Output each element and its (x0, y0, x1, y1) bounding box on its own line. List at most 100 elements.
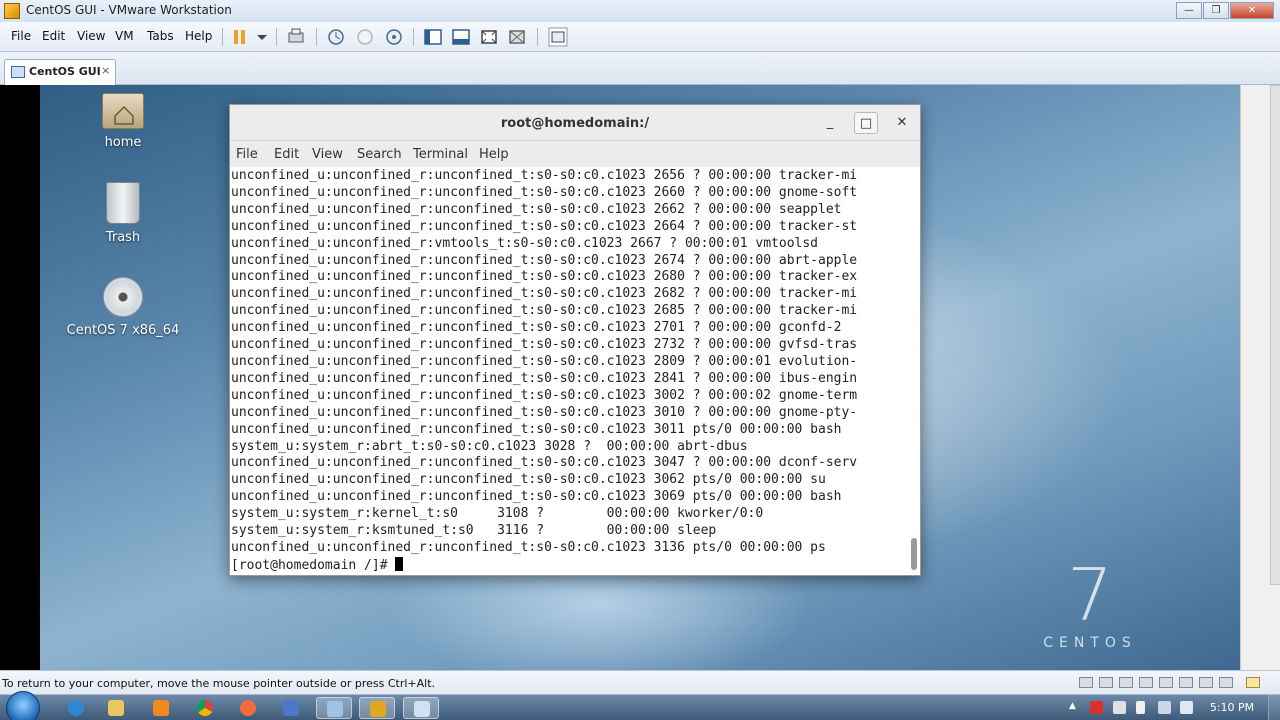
terminal-line: unconfined_u:unconfined_r:unconfined_t:s… (231, 252, 858, 268)
terminal-line: system_u:system_r:abrt_t:s0-s0:c0.c1023 … (231, 438, 748, 454)
tray-battery-icon[interactable] (1136, 701, 1145, 714)
terminal-line: unconfined_u:unconfined_r:unconfined_t:s… (231, 455, 858, 471)
terminal-window[interactable]: root@homedomain:/ _ □ ✕ File Edit View S… (229, 104, 921, 576)
taskbar-app-orange[interactable] (230, 697, 266, 719)
terminal-menu-file[interactable]: File (236, 147, 258, 162)
disc-icon (103, 277, 143, 317)
terminal-headerbar[interactable]: root@homedomain:/ _ □ ✕ (230, 105, 920, 141)
terminal-line: unconfined_u:unconfined_r:unconfined_t:s… (231, 489, 842, 505)
tab-close-icon[interactable]: × (101, 64, 110, 77)
vm-icon (11, 66, 25, 78)
taskbar-chrome[interactable] (187, 697, 223, 719)
terminal-line: unconfined_u:unconfined_r:unconfined_t:s… (231, 303, 858, 319)
taskbar-media-player[interactable] (143, 697, 179, 719)
terminal-prompt-line[interactable]: [root@homedomain /]# (231, 556, 907, 574)
console-view-icon[interactable] (548, 27, 568, 47)
window-minimize-button[interactable]: — (1176, 2, 1202, 19)
desktop-icon-centos-disc[interactable]: CentOS 7 x86_64 (63, 277, 183, 338)
printer-icon[interactable] (1159, 677, 1173, 688)
hard-disk-icon[interactable] (1079, 677, 1093, 688)
menu-view[interactable]: View (77, 29, 105, 43)
tab-centos-gui[interactable]: CentOS GUI × (4, 59, 116, 85)
terminal-menu-terminal[interactable]: Terminal (413, 147, 468, 162)
terminal-output[interactable]: unconfined_u:unconfined_r:unconfined_t:s… (231, 168, 907, 574)
chevron-down-icon[interactable] (252, 27, 272, 47)
display-icon[interactable] (1199, 677, 1213, 688)
terminal-menu-help[interactable]: Help (479, 147, 509, 162)
cd-dvd-icon[interactable] (1099, 677, 1113, 688)
vmware-app-icon (4, 3, 20, 19)
vmware-vertical-scrollbar[interactable] (1240, 85, 1280, 670)
centos-logo: 7 CENTOS (1030, 555, 1150, 651)
terminal-cursor (395, 556, 404, 571)
menu-vm[interactable]: VM (115, 29, 134, 43)
full-screen-icon[interactable] (479, 27, 499, 47)
start-button[interactable] (6, 691, 40, 720)
centos-desktop[interactable]: home Trash CentOS 7 x86_64 7 CENTOS root… (40, 85, 1240, 670)
taskbar-explorer[interactable] (98, 697, 134, 719)
tray-app-icon[interactable] (1113, 701, 1126, 714)
menu-edit[interactable]: Edit (42, 29, 65, 43)
chrome-icon (197, 700, 213, 716)
desktop-icon-home[interactable]: home (63, 93, 183, 150)
thumbnail-bar-icon[interactable] (451, 27, 471, 47)
internet-explorer-icon (68, 700, 84, 716)
guest-display[interactable]: home Trash CentOS 7 x86_64 7 CENTOS root… (0, 85, 1280, 670)
terminal-menu-edit[interactable]: Edit (274, 147, 299, 162)
terminal-scrollbar[interactable] (910, 168, 918, 574)
terminal-line: system_u:system_r:ksmtuned_t:s0 3116 ? 0… (231, 523, 717, 539)
menu-help[interactable]: Help (185, 29, 212, 43)
terminal-maximize-button[interactable]: □ (854, 112, 878, 134)
vmware-workstation-icon (327, 701, 343, 717)
tray-expand-icon[interactable]: ▲ (1069, 701, 1082, 714)
vmware-scrollbar-thumb[interactable] (1270, 85, 1280, 585)
terminal-menu-search[interactable]: Search (357, 147, 402, 162)
taskbar-vmware-player[interactable] (359, 697, 395, 719)
desktop-icon-trash[interactable]: Trash (63, 182, 183, 245)
terminal-line: unconfined_u:unconfined_r:unconfined_t:s… (231, 320, 842, 336)
network-adapter-icon[interactable] (1119, 677, 1133, 688)
unity-icon[interactable] (507, 27, 527, 47)
send-ctrl-alt-del-icon[interactable] (286, 27, 306, 47)
snapshot-manager-icon[interactable] (384, 27, 404, 47)
window-title: CentOS GUI - VMware Workstation (26, 3, 232, 17)
vmware-titlebar: CentOS GUI - VMware Workstation — ❐ ✕ (0, 0, 1280, 22)
terminal-close-button[interactable]: ✕ (890, 112, 914, 134)
menu-file[interactable]: File (11, 29, 31, 43)
window-close-button[interactable]: ✕ (1230, 2, 1274, 19)
vmware-menubar: File Edit View VM Tabs Help (0, 22, 1280, 52)
taskbar-notepad[interactable] (403, 697, 439, 719)
terminal-line: unconfined_u:unconfined_r:unconfined_t:s… (231, 404, 858, 420)
snapshot-icon[interactable] (326, 27, 346, 47)
message-log-icon[interactable] (1246, 677, 1260, 688)
menu-tabs[interactable]: Tabs (147, 29, 174, 43)
terminal-line: unconfined_u:unconfined_r:unconfined_t:s… (231, 353, 858, 369)
terminal-menu-view[interactable]: View (312, 147, 343, 162)
window-maximize-button[interactable]: ❐ (1203, 2, 1229, 19)
terminal-minimize-button[interactable]: _ (818, 112, 842, 134)
windows-taskbar: ▲ 5:10 PM (0, 691, 1280, 720)
terminal-scrollbar-thumb[interactable] (911, 538, 917, 570)
vmware-statusbar: To return to your computer, move the mou… (0, 670, 1280, 694)
taskbar-ie[interactable] (58, 697, 94, 719)
tray-network-icon[interactable] (1158, 701, 1171, 714)
usb-device-icon[interactable] (1219, 677, 1233, 688)
show-library-icon[interactable] (423, 27, 443, 47)
terminal-line: unconfined_u:unconfined_r:unconfined_t:s… (231, 387, 858, 403)
notepad-icon (414, 701, 430, 717)
taskbar-app-tools[interactable] (273, 697, 309, 719)
desktop-icon-label: Trash (105, 230, 141, 245)
taskbar-vmware-workstation[interactable] (316, 697, 352, 719)
tray-volume-icon[interactable] (1180, 701, 1193, 714)
sound-card-icon[interactable] (1179, 677, 1193, 688)
taskbar-clock[interactable]: 5:10 PM (1200, 701, 1264, 714)
folder-icon (108, 700, 124, 716)
revert-snapshot-icon[interactable] (355, 27, 375, 47)
tools-icon (283, 700, 299, 716)
show-desktop-button[interactable] (1268, 695, 1280, 720)
usb-controller-icon[interactable] (1139, 677, 1153, 688)
terminal-line: unconfined_u:unconfined_r:unconfined_t:s… (231, 184, 858, 200)
pause-icon[interactable] (230, 27, 250, 47)
tray-antivirus-icon[interactable] (1090, 701, 1103, 714)
centos-logo-text: CENTOS (1043, 635, 1137, 651)
